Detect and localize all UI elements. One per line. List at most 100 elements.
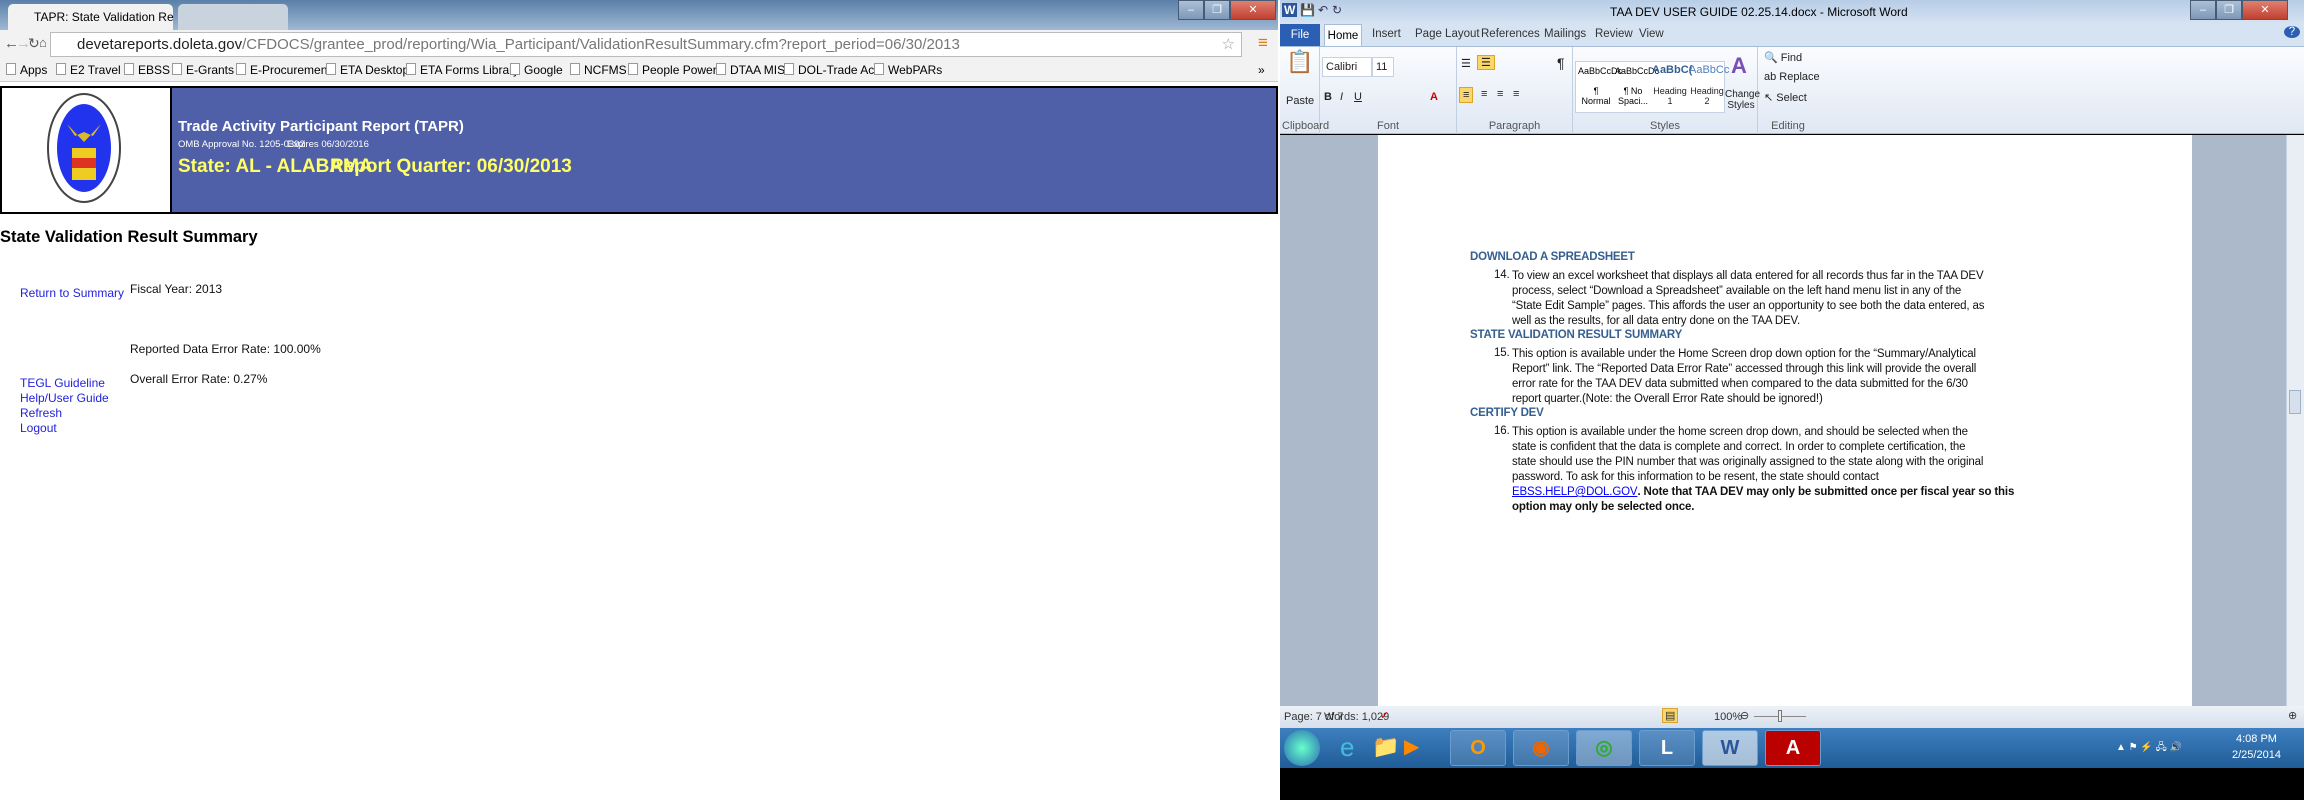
- redo-icon[interactable]: ↻: [1332, 3, 1342, 17]
- maximize-button[interactable]: ❐: [2216, 0, 2242, 20]
- bullets-icon[interactable]: ☰: [1461, 57, 1471, 70]
- explorer-icon[interactable]: 📁: [1372, 734, 1399, 760]
- find-button[interactable]: 🔍 Find: [1764, 51, 1802, 64]
- close-button[interactable]: ✕: [2242, 0, 2288, 20]
- star-icon[interactable]: ☆: [1222, 35, 1235, 53]
- save-icon[interactable]: 💾: [1300, 3, 1315, 17]
- report-title: Trade Activity Participant Report (TAPR): [178, 118, 464, 135]
- clock-time[interactable]: 4:08 PM: [2236, 733, 2277, 745]
- zoom-in-icon[interactable]: ⊕: [2288, 709, 2297, 722]
- style-heading-2[interactable]: AaBbCc Heading 2: [1689, 64, 1729, 106]
- bold-button[interactable]: B: [1324, 91, 1332, 103]
- help-icon[interactable]: ?: [2284, 26, 2300, 38]
- maximize-button[interactable]: ❐: [1204, 0, 1230, 20]
- taskbar: e 📁 ▶ O ◉ ◎ L W A ▲ ⚑ ⚡ 🖧 🔊 4:08 PM 2/25…: [1280, 728, 2304, 768]
- paste-icon[interactable]: 📋: [1286, 49, 1313, 75]
- start-button[interactable]: [1284, 730, 1320, 766]
- align-left-icon[interactable]: ≡: [1459, 87, 1474, 103]
- font-color-button[interactable]: A: [1430, 91, 1438, 103]
- minimize-button[interactable]: –: [1178, 0, 1204, 20]
- bookmark[interactable]: ETA Desktop: [326, 63, 409, 77]
- bookmark[interactable]: DOL-Trade Act: [784, 63, 878, 77]
- change-styles-button[interactable]: Change Styles: [1725, 89, 1760, 111]
- font-size-select[interactable]: 11: [1372, 57, 1394, 77]
- ie-icon[interactable]: e: [1340, 732, 1354, 763]
- style-normal[interactable]: AaBbCcDc ¶ Normal: [1578, 66, 1622, 106]
- tray-icons[interactable]: ▲ ⚑ ⚡ 🖧 🔊: [2116, 740, 2182, 757]
- return-to-summary-link[interactable]: Return to Summary: [20, 286, 124, 300]
- lync-task[interactable]: L: [1639, 730, 1695, 766]
- home-icon[interactable]: ⌂: [39, 35, 47, 50]
- help-user-guide-link[interactable]: Help/User Guide: [20, 391, 109, 405]
- acrobat-task[interactable]: A: [1765, 730, 1821, 766]
- omb-approval: OMB Approval No. 1205-0392: [178, 139, 305, 150]
- italic-button[interactable]: I: [1340, 91, 1343, 103]
- tab-insert[interactable]: Insert: [1372, 28, 1401, 40]
- bookmark[interactable]: EBSS: [124, 63, 170, 77]
- tab-tapr[interactable]: TAPR: State Validation Res ×: [8, 4, 173, 30]
- email-link[interactable]: EBSS.HELP@DOL.GOV: [1512, 486, 1638, 498]
- underline-button[interactable]: U: [1354, 91, 1362, 103]
- zoom-out-icon[interactable]: ⊖: [1740, 709, 1749, 722]
- bookmark[interactable]: E2 Travel: [56, 63, 121, 77]
- tegl-guideline-link[interactable]: TEGL Guideline: [20, 376, 105, 390]
- paste-button[interactable]: Paste: [1286, 95, 1314, 107]
- reload-icon[interactable]: ↻: [28, 35, 40, 52]
- zoom-slider-thumb[interactable]: [1778, 710, 1782, 722]
- bookmark[interactable]: E-Grants: [172, 63, 234, 77]
- numbering-icon[interactable]: ☰: [1477, 55, 1495, 70]
- minimize-button[interactable]: –: [2190, 0, 2216, 20]
- vertical-scrollbar[interactable]: [2286, 135, 2304, 706]
- proofing-icon[interactable]: ✓: [1380, 709, 1389, 722]
- fiscal-year: Fiscal Year: 2013: [130, 282, 223, 296]
- tab-review[interactable]: Review: [1595, 28, 1633, 40]
- group-label: Styles: [1650, 120, 1680, 132]
- firefox-task[interactable]: ◉: [1513, 730, 1569, 766]
- zoom-level[interactable]: 100%: [1714, 711, 1742, 723]
- tab-references[interactable]: References: [1481, 28, 1540, 40]
- clipboard-group: 📋 Paste Clipboard: [1280, 47, 1329, 134]
- bookmark[interactable]: People Power: [628, 63, 717, 77]
- bookmark[interactable]: NCFMS: [570, 63, 627, 77]
- clock-date[interactable]: 2/25/2014: [2232, 749, 2281, 761]
- tab-file[interactable]: File: [1280, 24, 1320, 46]
- center-icon[interactable]: ≡: [1481, 88, 1487, 100]
- align-right-icon[interactable]: ≡: [1497, 88, 1503, 100]
- undo-icon[interactable]: ↶: [1318, 3, 1328, 17]
- tab-page-layout[interactable]: Page Layout: [1415, 28, 1480, 40]
- tab-mailings[interactable]: Mailings: [1544, 28, 1586, 40]
- print-layout-icon[interactable]: ▤: [1662, 708, 1679, 723]
- pilcrow-icon[interactable]: ¶: [1557, 55, 1565, 71]
- menu-icon[interactable]: ≡: [1258, 33, 1268, 53]
- more-bookmarks[interactable]: »: [1258, 63, 1265, 77]
- styles-group: AaBbCcDc ¶ Normal AaBbCcDc ¶ No Spaci... A…: [1573, 47, 1760, 134]
- bookmark[interactable]: DTAA MIS: [716, 63, 785, 77]
- media-player-icon[interactable]: ▶: [1404, 734, 1419, 759]
- address-bar[interactable]: devetareports.doleta.gov/CFDOCS/grantee_…: [50, 32, 1242, 57]
- logout-link[interactable]: Logout: [20, 421, 57, 435]
- word-task[interactable]: W: [1702, 730, 1758, 766]
- word-window: W 💾 ↶ ↻ TAA DEV USER GUIDE 02.25.14.docx…: [1280, 0, 2304, 800]
- bookmark[interactable]: E-Procurement: [236, 63, 331, 77]
- refresh-link[interactable]: Refresh: [20, 406, 62, 420]
- select-button[interactable]: ↖ Select: [1764, 91, 1807, 104]
- tab-blurred[interactable]: [178, 4, 288, 30]
- bookmark[interactable]: Google: [510, 63, 563, 77]
- font-name-select[interactable]: Calibri: [1322, 57, 1372, 77]
- document-page[interactable]: DOWNLOAD A SPREADSHEET 14. To view an ex…: [1378, 135, 2192, 706]
- overall-error-rate: Overall Error Rate: 0.27%: [130, 372, 268, 386]
- tab-home[interactable]: Home: [1324, 24, 1362, 46]
- chrome-task[interactable]: ◎: [1576, 730, 1632, 766]
- style-heading-1[interactable]: AaBbC(Heading 1: [1652, 64, 1692, 106]
- change-styles-icon[interactable]: A: [1731, 53, 1747, 79]
- style-no-spacing[interactable]: AaBbCcDc ¶ No Spaci...: [1615, 66, 1659, 106]
- bookmark[interactable]: WebPARs: [874, 63, 942, 77]
- scroll-thumb[interactable]: [2289, 390, 2301, 414]
- outlook-task[interactable]: O: [1450, 730, 1506, 766]
- tab-view[interactable]: View: [1639, 28, 1664, 40]
- justify-icon[interactable]: ≡: [1513, 88, 1519, 100]
- bookmark[interactable]: Apps: [6, 63, 47, 77]
- close-button[interactable]: ✕: [1230, 0, 1276, 20]
- bookmark[interactable]: ETA Forms Library: [406, 63, 519, 77]
- replace-button[interactable]: ab Replace: [1764, 71, 1820, 83]
